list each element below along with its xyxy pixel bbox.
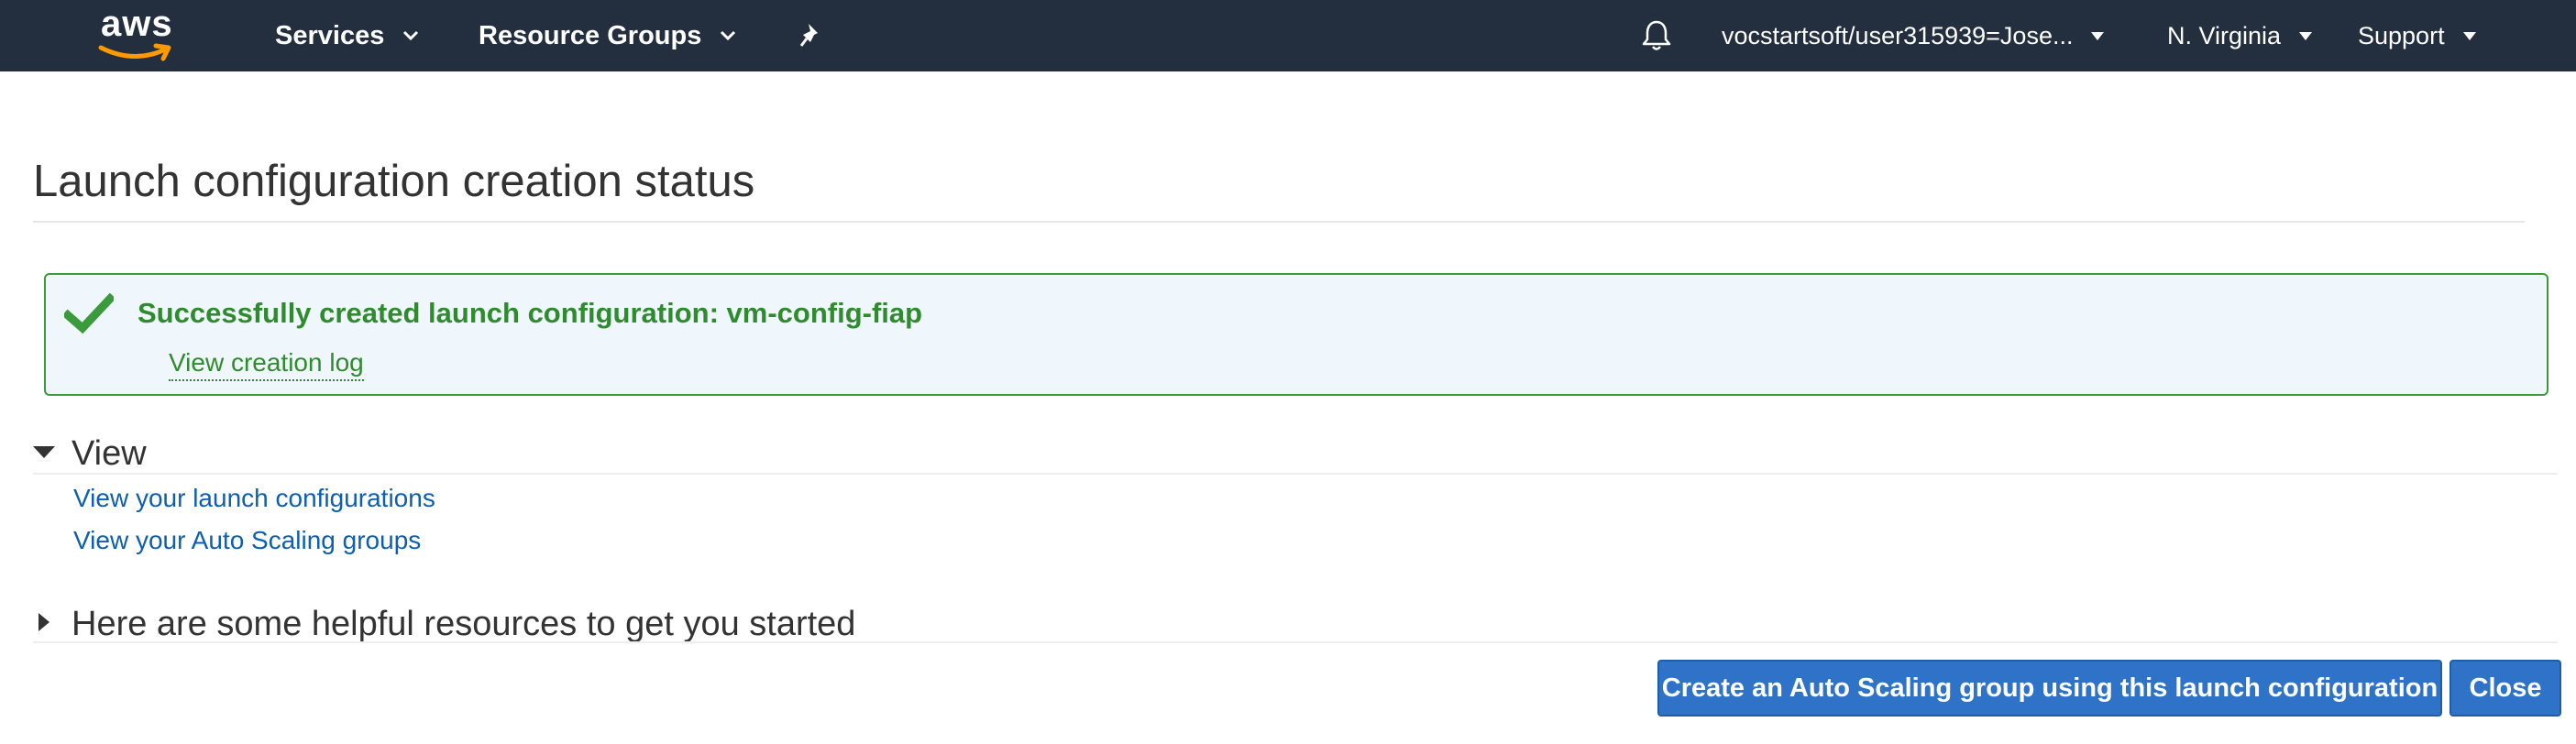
chevron-down-icon <box>720 30 736 41</box>
section-divider <box>33 641 2558 643</box>
success-alert: Successfully created launch configuratio… <box>44 273 2548 396</box>
support-menu[interactable]: Support <box>2358 0 2476 71</box>
page-title: Launch configuration creation status <box>33 157 755 206</box>
pin-icon[interactable] <box>799 0 825 71</box>
view-creation-log-link[interactable]: View creation log <box>169 348 364 381</box>
resource-groups-menu[interactable]: Resource Groups <box>479 0 736 71</box>
support-label: Support <box>2358 21 2445 49</box>
success-message: Successfully created launch configuratio… <box>138 297 923 329</box>
caret-down-icon <box>2299 31 2313 40</box>
services-label: Services <box>275 20 385 50</box>
aws-logo-text: aws <box>101 4 173 44</box>
create-auto-scaling-group-button[interactable]: Create an Auto Scaling group using this … <box>1657 660 2442 717</box>
account-label: vocstartsoft/user315939=Jose... <box>1722 21 2074 49</box>
view-launch-configurations-link[interactable]: View your launch configurations <box>73 484 435 513</box>
close-button[interactable]: Close <box>2449 660 2561 717</box>
chevron-down-icon <box>402 30 419 41</box>
caret-down-icon <box>2091 31 2105 40</box>
section-divider <box>33 473 2558 475</box>
services-menu[interactable]: Services <box>275 0 419 71</box>
title-divider <box>33 221 2525 223</box>
checkmark-icon <box>61 292 116 338</box>
aws-smile-icon <box>98 43 171 61</box>
bell-icon[interactable] <box>1641 0 1672 71</box>
caret-down-icon <box>33 444 55 464</box>
aws-logo[interactable]: aws <box>95 5 178 62</box>
view-section-heading: View <box>72 434 147 473</box>
resource-groups-label: Resource Groups <box>479 20 702 50</box>
view-auto-scaling-groups-link[interactable]: View your Auto Scaling groups <box>73 526 421 555</box>
account-menu[interactable]: vocstartsoft/user315939=Jose... <box>1722 0 2105 71</box>
view-section-toggle[interactable]: View <box>33 434 147 474</box>
region-menu[interactable]: N. Virginia <box>2167 0 2313 71</box>
resources-section-toggle[interactable]: Here are some helpful resources to get y… <box>33 605 855 644</box>
caret-down-icon <box>2462 31 2476 40</box>
top-navigation-bar: aws Services Resource Groups vocstartsof… <box>0 0 2576 71</box>
caret-right-icon <box>33 611 55 638</box>
region-label: N. Virginia <box>2167 21 2282 49</box>
resources-section-heading: Here are some helpful resources to get y… <box>72 605 856 643</box>
